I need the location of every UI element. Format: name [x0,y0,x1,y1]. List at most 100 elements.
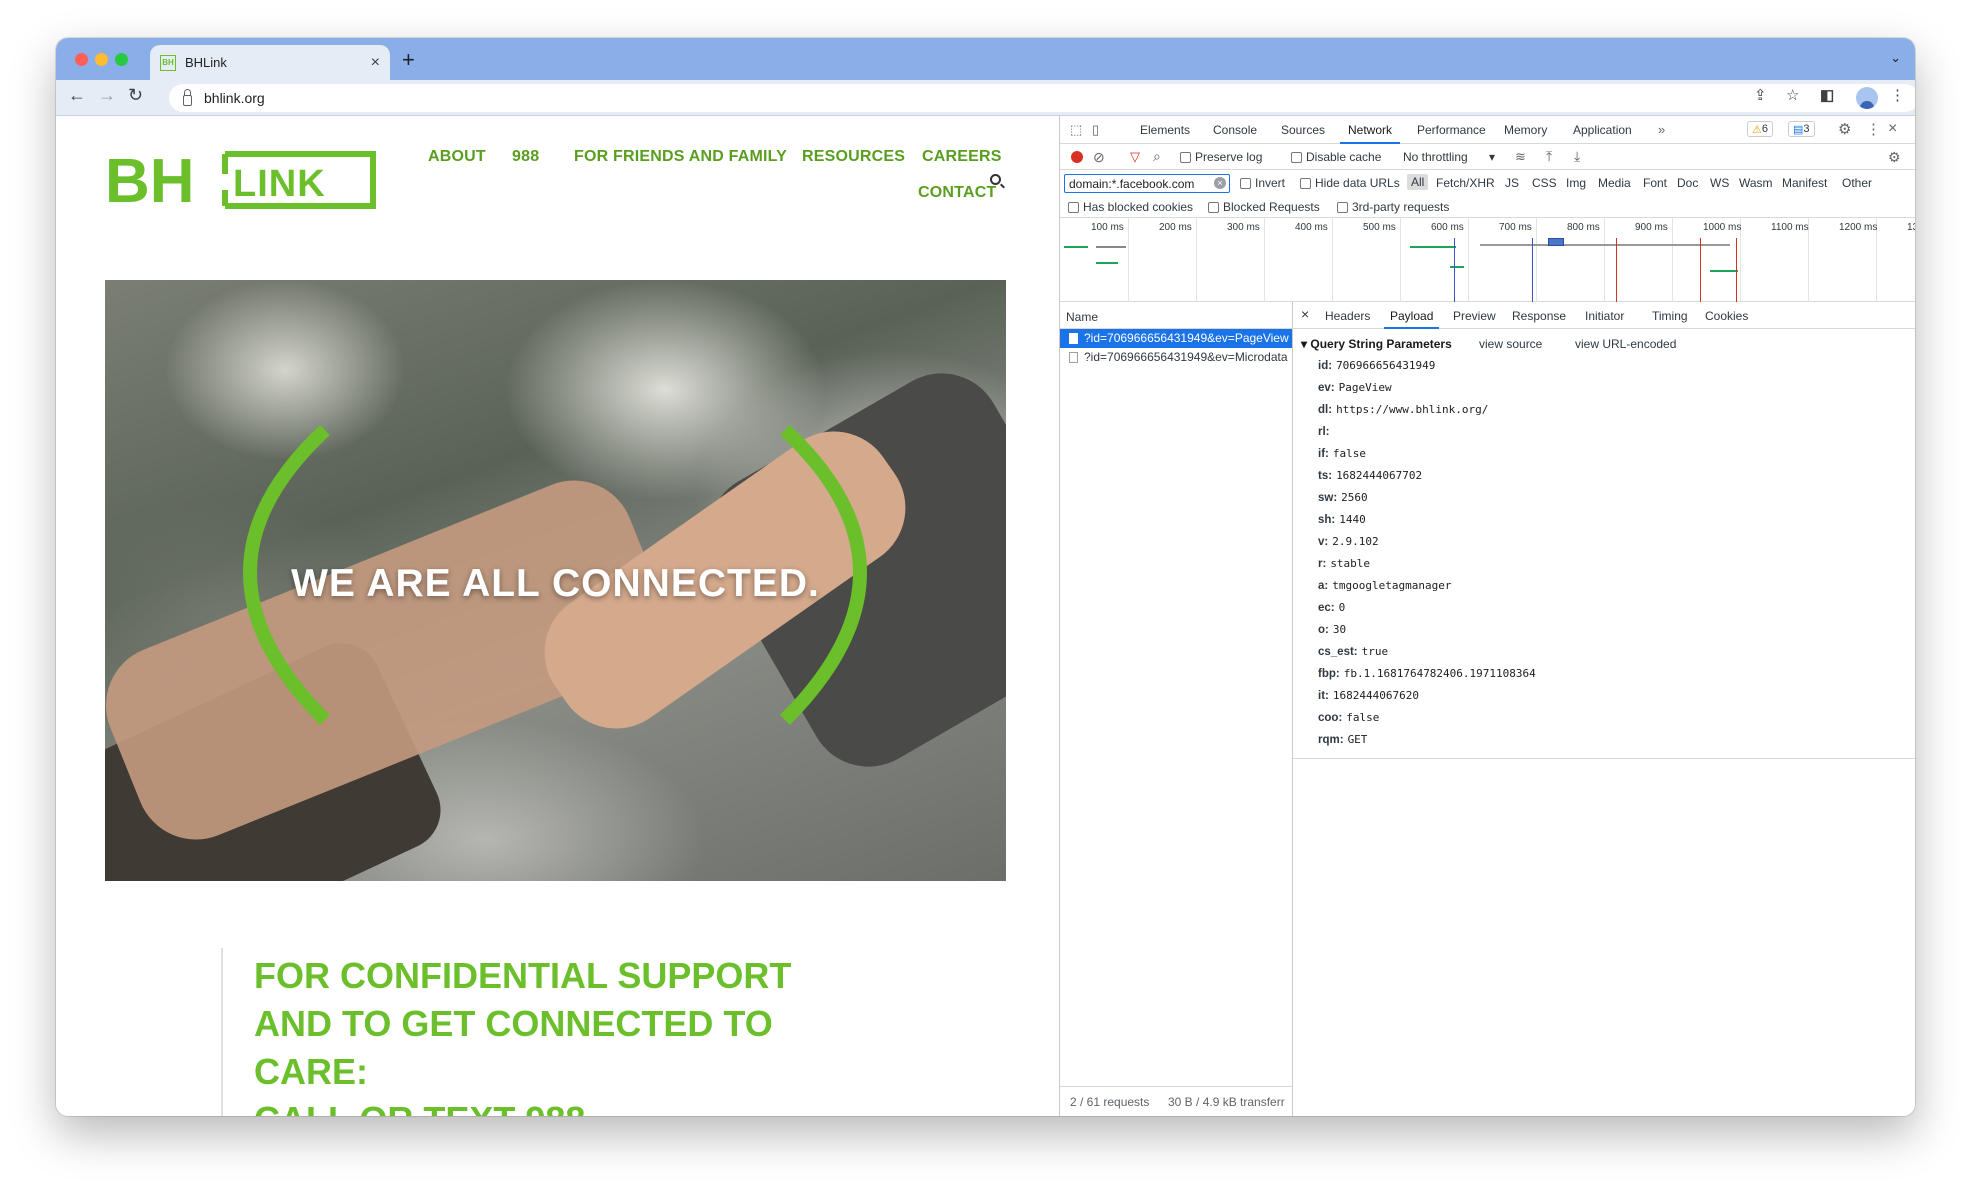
type-filter-doc[interactable]: Doc [1677,176,1698,190]
type-filter-fetch-xhr[interactable]: Fetch/XHR [1436,176,1495,190]
tab-network[interactable]: Network [1348,123,1392,137]
blocked-cookies-checkbox[interactable]: Has blocked cookies [1068,200,1193,214]
tab-elements[interactable]: Elements [1140,123,1190,137]
request-row[interactable]: ?id=706966656431949&ev=PageView [1060,329,1292,348]
browser-tab[interactable]: BH BHLink × [150,45,390,80]
invert-checkbox[interactable]: Invert [1240,176,1285,190]
timeline-label: 13 [1907,222,1915,233]
type-filter-js[interactable]: JS [1505,176,1519,190]
blocked-requests-checkbox[interactable]: Blocked Requests [1208,200,1320,214]
request-row[interactable]: ?id=706966656431949&ev=Microdata [1060,348,1292,367]
tab-memory[interactable]: Memory [1504,123,1547,137]
type-filter-all[interactable]: All [1407,174,1429,190]
type-filter-css[interactable]: CSS [1532,176,1557,190]
query-param-row: ts: 1682444067702 [1318,469,1536,491]
window-minimize-button[interactable] [95,53,108,66]
detail-tab-headers[interactable]: Headers [1325,309,1370,323]
network-controls: ⊘ ▽ ⌕ Preserve log Disable cache No thro… [1060,144,1915,170]
window-close-button[interactable] [75,53,88,66]
filter-input[interactable]: domain:*.facebook.com [1064,174,1230,193]
disable-cache-checkbox[interactable]: Disable cache [1291,150,1381,164]
filter-clear-icon[interactable]: × [1214,177,1226,189]
tab-console[interactable]: Console [1213,123,1257,137]
search-network-icon[interactable]: ⌕ [1153,149,1161,163]
query-string-section[interactable]: ▾ Query String Parameters [1301,337,1452,351]
timeline-label: 500 ms [1363,222,1396,233]
tab-sources[interactable]: Sources [1281,123,1325,137]
network-overview-timeline[interactable]: 100 ms 200 ms 300 ms 400 ms 500 ms 600 ms 700 … [1060,218,1915,302]
timeline-label: 1000 ms [1703,222,1742,233]
type-filter-img[interactable]: Img [1566,176,1586,190]
third-party-checkbox[interactable]: 3rd-party requests [1337,200,1449,214]
nav-resources[interactable]: RESOURCES [802,148,905,166]
timeline-selection-handle[interactable] [1548,238,1564,246]
window-maximize-button[interactable] [115,53,128,66]
view-url-encoded-link[interactable]: view URL-encoded [1575,337,1676,351]
filter-icon[interactable]: ▽ [1130,150,1140,163]
detail-tab-cookies[interactable]: Cookies [1705,309,1748,323]
type-filter-manifest[interactable]: Manifest [1782,176,1827,190]
tab-close-icon[interactable]: × [371,54,380,71]
detail-tab-initiator[interactable]: Initiator [1585,309,1624,323]
warnings-badge[interactable]: ⚠ 6 [1747,121,1773,137]
cta-call-text[interactable]: CALL OR TEXT 988 [254,1099,585,1116]
type-filter-font[interactable]: Font [1643,176,1667,190]
timeline-bar [1480,244,1590,246]
throttling-select[interactable]: No throttling ▾ [1403,150,1495,164]
timeline-label: 600 ms [1431,222,1464,233]
param-value: 2560 [1341,491,1368,504]
devtools-close-icon[interactable]: × [1888,121,1897,137]
messages-badge[interactable]: ▤ 3 [1788,121,1815,137]
param-value: false [1346,711,1380,724]
timeline-gridline [1604,218,1605,302]
tab-application[interactable]: Application [1573,123,1632,137]
new-tab-button[interactable]: + [402,49,415,71]
record-button[interactable] [1071,151,1083,163]
side-panel-icon[interactable]: ◧ [1820,88,1834,103]
lock-icon [183,88,192,106]
name-column-header[interactable]: Name [1060,302,1293,329]
nav-contact[interactable]: CONTACT [918,184,996,202]
detail-tab-payload[interactable]: Payload [1390,309,1433,323]
tab-performance[interactable]: Performance [1417,123,1486,137]
devtools-menu-icon[interactable]: ⋮ [1866,122,1881,137]
clear-icon[interactable]: ⊘ [1093,150,1105,164]
param-key: ec: [1318,602,1335,614]
device-toolbar-icon[interactable]: ▯ [1092,123,1099,136]
close-detail-icon[interactable]: × [1301,306,1309,322]
hide-data-urls-checkbox[interactable]: Hide data URLs [1300,176,1400,190]
import-har-icon[interactable]: ⤒ [1546,149,1552,163]
network-settings-icon[interactable]: ⚙ [1888,150,1901,164]
nav-about[interactable]: ABOUT [428,148,486,166]
type-filter-ws[interactable]: WS [1710,176,1729,190]
detail-tab-timing[interactable]: Timing [1652,309,1688,323]
nav-careers[interactable]: CAREERS [922,148,1002,166]
param-value: GET [1347,733,1368,746]
inspect-element-icon[interactable]: ⬚ [1070,123,1082,136]
bookmark-star-icon[interactable]: ☆ [1786,88,1799,103]
more-tabs-icon[interactable]: » [1658,123,1665,136]
bhlink-logo[interactable]: BH LINK [105,146,377,212]
settings-gear-icon[interactable]: ⚙ [1838,122,1851,137]
share-icon[interactable]: ⇪ [1754,88,1767,103]
detail-tab-response[interactable]: Response [1512,309,1566,323]
reload-button[interactable]: ↻ [128,86,143,104]
search-icon[interactable] [990,174,1001,185]
view-source-link[interactable]: view source [1479,337,1542,351]
export-har-icon[interactable]: ⤓ [1574,149,1580,163]
forward-button[interactable]: → [98,86,116,104]
nav-friends-family[interactable]: FOR FRIENDS AND FAMILY [574,148,787,166]
detail-tab-preview[interactable]: Preview [1453,309,1496,323]
nav-988[interactable]: 988 [512,148,539,166]
timeline-bar [1096,246,1126,248]
type-filter-media[interactable]: Media [1598,176,1631,190]
back-button[interactable]: ← [68,86,86,104]
address-bar[interactable]: bhlink.org [169,84,1915,112]
profile-avatar[interactable] [1856,87,1878,109]
tab-search-chevron-icon[interactable]: ⌄ [1890,50,1901,66]
type-filter-other[interactable]: Other [1842,176,1872,190]
preserve-log-checkbox[interactable]: Preserve log [1180,150,1262,164]
type-filter-wasm[interactable]: Wasm [1739,176,1773,190]
network-conditions-icon[interactable]: ≋ [1515,150,1526,163]
menu-kebab-icon[interactable]: ⋮ [1890,88,1905,103]
